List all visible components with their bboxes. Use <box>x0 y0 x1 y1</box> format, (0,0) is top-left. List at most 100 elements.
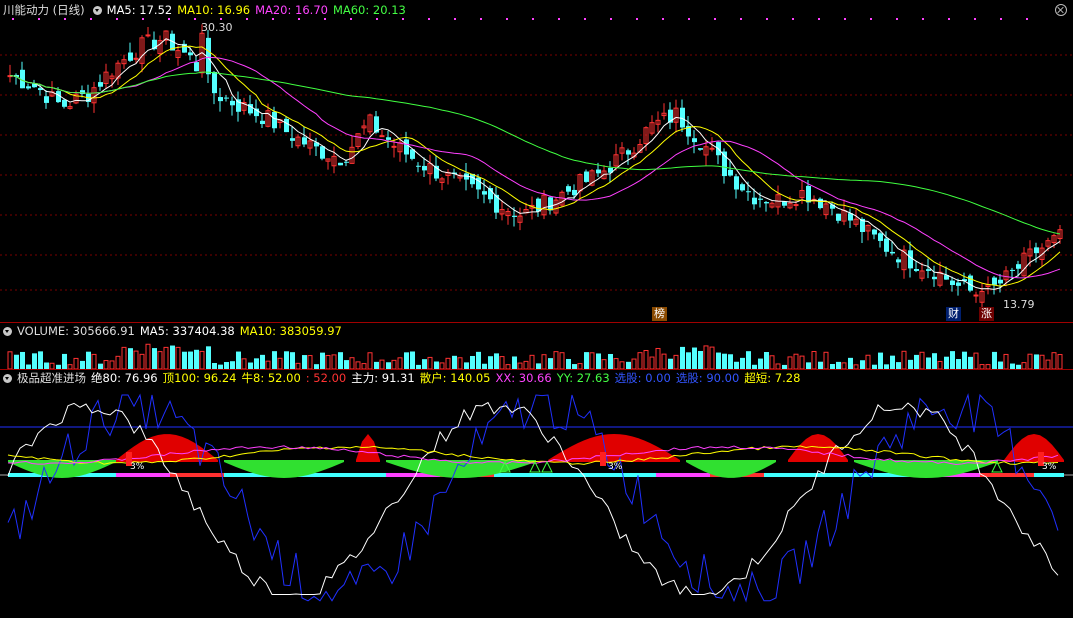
ind-band-seg <box>110 473 116 477</box>
volume-bar <box>686 352 691 369</box>
candle-body <box>926 269 931 271</box>
volume-bar <box>703 345 709 370</box>
signal-dot <box>532 18 534 20</box>
indicator-pane[interactable]: 极品超准进场 绝80: 76.96 顶100: 96.24 牛8: 52.00: 52… <box>0 369 1073 618</box>
volume-bar <box>836 361 841 369</box>
volume-bar <box>734 361 739 369</box>
price-chart[interactable] <box>0 0 1073 322</box>
volume-bar <box>265 360 271 370</box>
volume-bar <box>230 361 235 369</box>
volume-bar <box>860 360 865 369</box>
ind-band-seg <box>326 473 332 477</box>
signal-dot <box>350 18 352 20</box>
volume-bar <box>499 356 505 370</box>
ind-band-seg <box>1058 473 1064 477</box>
candle-body <box>230 100 235 106</box>
volume-bar <box>182 351 187 369</box>
volume-bar <box>32 353 37 369</box>
candle-body <box>734 176 739 190</box>
volume-bar <box>950 351 955 369</box>
ind-band-seg <box>314 473 320 477</box>
volume-bar <box>445 357 451 370</box>
volume-bar <box>260 354 265 369</box>
volume-bar <box>890 355 895 369</box>
ind-band-seg <box>158 473 164 477</box>
signal-dot <box>142 18 144 20</box>
volume-bar <box>163 346 169 370</box>
volume-bar <box>325 354 331 370</box>
ind-band-seg <box>962 473 968 477</box>
signal-dot <box>870 18 872 20</box>
ind-band-seg <box>764 473 770 477</box>
volume-bar <box>290 352 295 369</box>
ind-band-seg <box>524 473 530 477</box>
price-pane[interactable]: 川能动力 (日线) MA5: 17.52 MA10: 16.96 MA20: 16.7… <box>0 0 1073 322</box>
ind-band-seg <box>200 473 206 477</box>
candle-body <box>680 107 685 128</box>
high-label: 30.30 <box>201 21 233 34</box>
ind-band-seg <box>884 473 890 477</box>
signal-dot <box>740 18 742 20</box>
ind-band-seg <box>800 473 806 477</box>
marker-bang[interactable]: 榜 <box>652 307 667 321</box>
volume-bar <box>818 361 823 369</box>
volume-bar <box>896 362 901 369</box>
indicator-chart[interactable] <box>0 370 1073 618</box>
ind-band-seg <box>92 473 98 477</box>
ind-band-seg <box>212 473 218 477</box>
ind-band-seg <box>644 473 650 477</box>
signal-dot <box>1026 18 1028 20</box>
volume-bar <box>422 359 427 369</box>
ind-band-seg <box>230 473 236 477</box>
ind-band-seg <box>680 473 686 477</box>
ind-band-seg <box>404 473 410 477</box>
ind-band-seg <box>566 473 572 477</box>
ind-band-seg <box>374 473 380 477</box>
ind-band-seg <box>638 473 644 477</box>
marker-cai[interactable]: 财 <box>946 307 961 321</box>
ind-band-seg <box>206 473 212 477</box>
candle-body <box>344 161 349 163</box>
volume-bar <box>878 352 883 369</box>
volume-chart[interactable] <box>0 323 1073 370</box>
volume-bar <box>175 346 181 370</box>
volume-bar <box>241 358 247 370</box>
volume-bar <box>338 352 343 369</box>
volume-bar <box>367 352 373 370</box>
ind-band-seg <box>104 473 110 477</box>
ind-band-seg <box>332 473 338 477</box>
signal-dot <box>688 18 690 20</box>
volume-bar <box>728 354 733 369</box>
volume-bar <box>133 350 139 370</box>
ind-band-seg <box>968 473 974 477</box>
candle-body <box>1016 264 1021 269</box>
volume-bar <box>649 356 655 370</box>
ind-band-seg <box>992 473 998 477</box>
volume-bar <box>374 361 379 369</box>
volume-bar <box>62 353 67 369</box>
candle-body <box>260 120 265 125</box>
ind-band-seg <box>698 473 704 477</box>
ind-band-seg <box>350 473 356 477</box>
volume-bar <box>692 347 697 369</box>
volume-bar <box>115 355 121 370</box>
volume-pane[interactable]: VOLUME: 305666.91 MA5: 337404.38 MA10: 383… <box>0 322 1073 370</box>
volume-bar <box>236 351 241 369</box>
volume-bar <box>769 355 775 370</box>
candle-body <box>1034 247 1039 254</box>
signal-dot <box>246 18 248 20</box>
ind-white-line <box>7 401 1059 596</box>
ind-band-seg <box>758 473 764 477</box>
ind-band-seg <box>590 473 596 477</box>
candle-body <box>596 169 601 174</box>
signal-dot <box>480 18 482 20</box>
volume-bar <box>254 358 259 369</box>
volume-bar <box>968 356 973 369</box>
volume-bar <box>128 348 133 369</box>
candle-body <box>998 279 1003 284</box>
ind-band-seg <box>596 473 602 477</box>
volume-bar <box>91 353 97 370</box>
marker-zhang[interactable]: 涨 <box>979 307 994 321</box>
volume-bar <box>908 359 913 369</box>
low-label: 13.79 <box>1003 298 1035 311</box>
